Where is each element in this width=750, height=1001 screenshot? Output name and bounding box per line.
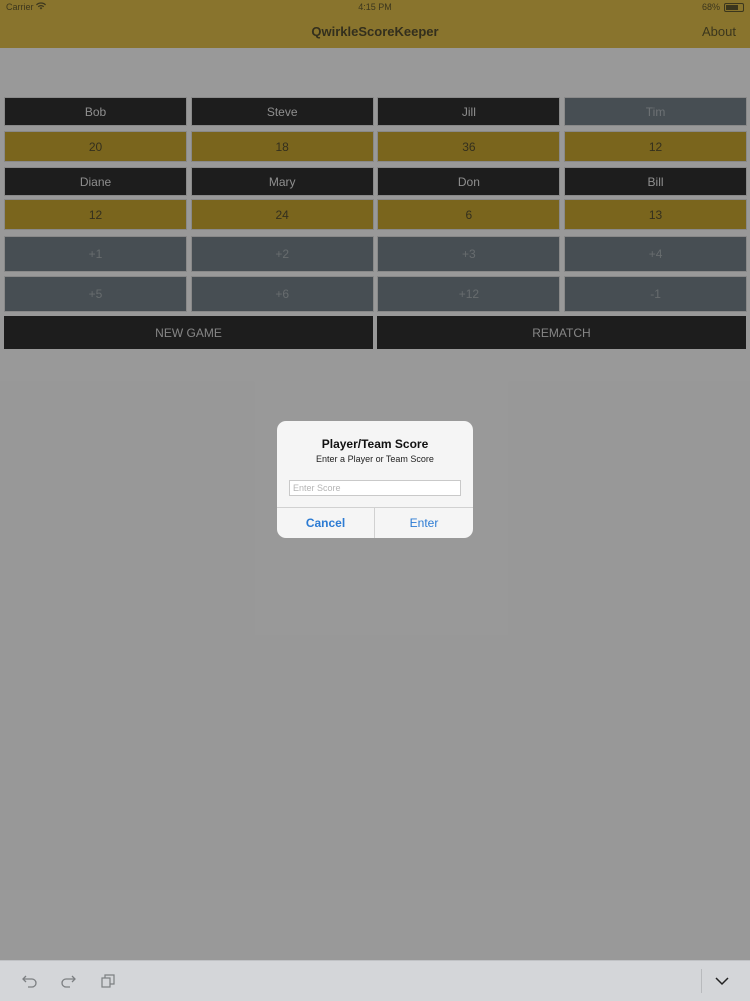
toolbar-divider bbox=[701, 969, 702, 993]
copy-icon[interactable] bbox=[98, 971, 118, 991]
enter-button[interactable]: Enter bbox=[375, 507, 473, 538]
score-entry-dialog: Player/Team Score Enter a Player or Team… bbox=[277, 421, 473, 538]
chevron-down-icon[interactable] bbox=[712, 971, 732, 991]
redo-icon[interactable] bbox=[58, 971, 78, 991]
keyboard-shortcut-bar bbox=[0, 960, 750, 1001]
undo-icon[interactable] bbox=[20, 971, 40, 991]
cancel-button[interactable]: Cancel bbox=[277, 507, 374, 538]
dialog-title: Player/Team Score bbox=[321, 437, 429, 451]
dialog-message: Enter a Player or Team Score bbox=[316, 454, 434, 464]
score-input[interactable] bbox=[289, 480, 461, 496]
